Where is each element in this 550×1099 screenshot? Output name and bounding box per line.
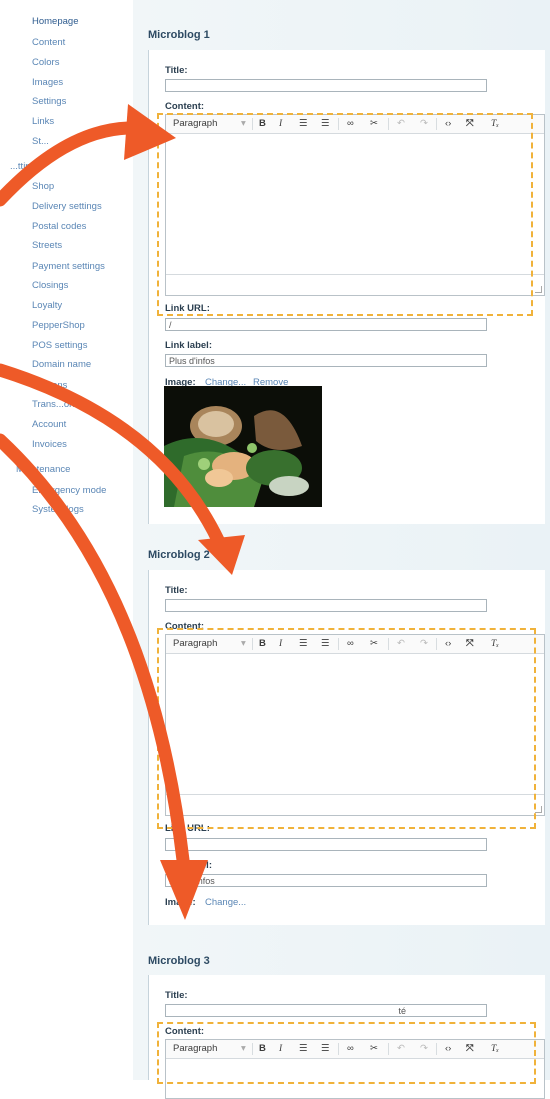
- sidebar-item-add-ons[interactable]: Add-ons: [32, 380, 67, 391]
- resize-handle[interactable]: [535, 806, 542, 813]
- sidebar-item-postal-codes[interactable]: Postal codes: [32, 221, 86, 232]
- sidebar-item-peppershop[interactable]: PepperShop: [32, 320, 85, 331]
- microblog-3-heading: Microblog 3: [148, 955, 210, 967]
- title-input[interactable]: té: [165, 1004, 487, 1017]
- resize-handle[interactable]: [535, 286, 542, 293]
- image-label: Image:: [165, 897, 196, 908]
- sidebar-item-system-logs[interactable]: System logs: [32, 504, 84, 515]
- sidebar-item-delivery-settings[interactable]: Delivery settings: [32, 201, 102, 212]
- microblog-1-heading: Microblog 1: [148, 29, 210, 41]
- content-label: Content:: [165, 101, 205, 112]
- sidebar-item-loyalty[interactable]: Loyalty: [32, 300, 62, 311]
- sidebar-item-st[interactable]: St...: [32, 136, 49, 147]
- highlight-box-content-2: [157, 628, 536, 829]
- sidebar-item-transactions[interactable]: Trans...ons: [32, 399, 79, 410]
- sidebar-item-shop[interactable]: Shop: [32, 181, 54, 192]
- sidebar-item-payment-settings[interactable]: Payment settings: [32, 261, 105, 272]
- sidebar-section-maintenance: Maintenance: [16, 464, 71, 475]
- sidebar-item-emergency-mode[interactable]: Emergency mode: [32, 485, 106, 496]
- link-label-label: Link label:: [165, 340, 212, 351]
- title-label: Title:: [165, 585, 188, 596]
- microblog-2-heading: Microblog 2: [148, 549, 210, 561]
- link-label-label: Link label:: [165, 860, 212, 871]
- sidebar-item-images[interactable]: Images: [32, 77, 63, 88]
- sidebar: Homepage Content Colors Images Settings …: [0, 0, 132, 1080]
- sidebar-item-settings[interactable]: Settings: [32, 96, 66, 107]
- sidebar-item-domain-name[interactable]: Domain name: [32, 359, 91, 370]
- title-input[interactable]: [165, 79, 487, 92]
- sidebar-section-settings: ...ttings: [10, 161, 41, 172]
- highlight-box-content-3: [157, 1022, 536, 1084]
- link-url-input[interactable]: [165, 838, 487, 851]
- title-label: Title:: [165, 990, 188, 1001]
- sidebar-item-content[interactable]: Content: [32, 37, 65, 48]
- link-url-input[interactable]: /: [165, 318, 487, 331]
- link-label-input[interactable]: Plus d'infos: [165, 874, 487, 887]
- sidebar-item-links[interactable]: Links: [32, 116, 54, 127]
- food-image: [164, 386, 322, 507]
- sidebar-item-pos-settings[interactable]: POS settings: [32, 340, 87, 351]
- sidebar-item-closings[interactable]: Closings: [32, 280, 68, 291]
- sidebar-item-invoices[interactable]: Invoices: [32, 439, 67, 450]
- sidebar-item-streets[interactable]: Streets: [32, 240, 62, 251]
- sidebar-item-colors[interactable]: Colors: [32, 57, 59, 68]
- highlight-box-content-1: [157, 113, 533, 316]
- sidebar-item-homepage[interactable]: Homepage: [32, 16, 78, 27]
- image-change-link[interactable]: Change...: [205, 897, 246, 908]
- link-label-input[interactable]: Plus d'infos: [165, 354, 487, 367]
- title-label: Title:: [165, 65, 188, 76]
- sidebar-item-account[interactable]: Account: [32, 419, 66, 430]
- title-input[interactable]: [165, 599, 487, 612]
